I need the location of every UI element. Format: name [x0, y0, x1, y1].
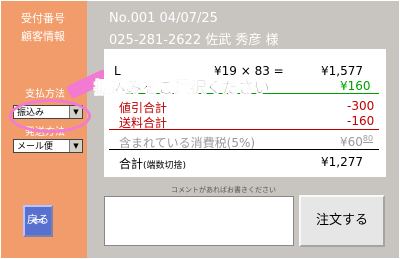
- comment-input[interactable]: [104, 196, 294, 246]
- shipping-method-value: メール便: [17, 142, 54, 152]
- order-number-label: 受付番号: [21, 12, 65, 25]
- shipping-method-select[interactable]: メール便 ▼: [13, 139, 83, 153]
- order-button[interactable]: 注文する: [299, 195, 385, 247]
- divider: [109, 129, 379, 130]
- total-label-text: 合計: [119, 157, 144, 171]
- order-panel: 受付番号 顧客情報 支払方法 振込み ▼ 発送方法 メール便 ▼ ⇦ 戻る No…: [1, 1, 399, 258]
- tax-fraction: 80: [362, 134, 374, 143]
- chevron-down-icon[interactable]: ▼: [69, 140, 82, 152]
- discount-value: -300: [347, 99, 375, 113]
- payment-method-label: 支払方法: [25, 89, 65, 100]
- total-value: ¥1,277: [321, 155, 363, 169]
- order-info: No.001 04/07/25: [109, 11, 218, 26]
- divider: [109, 149, 379, 150]
- tax-value: ¥6080: [340, 134, 373, 149]
- summary-card: L ¥19 × 83 = ¥1,577 ¥160 値引合計 -300 送料合計 …: [104, 49, 386, 177]
- highlight-ring: [9, 99, 91, 133]
- customer-info-label: 顧客情報: [21, 30, 65, 43]
- comment-label: コメントがあればお書きください: [171, 186, 276, 194]
- tax-amount: ¥60: [340, 135, 363, 149]
- instruction-overlay: 振込みをご選択ください: [94, 78, 271, 98]
- shipping-fee-value: -160: [347, 114, 375, 128]
- sidebar-labels: 受付番号 顧客情報: [21, 10, 65, 46]
- total-label: 合計(端数切捨): [119, 155, 186, 172]
- fee-value: ¥160: [340, 79, 371, 93]
- total-note: (端数切捨): [143, 161, 187, 171]
- customer-info: 025-281-2622 佐武 秀彦 様: [109, 33, 279, 48]
- item-total: ¥1,577: [321, 64, 363, 78]
- back-button-label: 戻る: [27, 213, 49, 226]
